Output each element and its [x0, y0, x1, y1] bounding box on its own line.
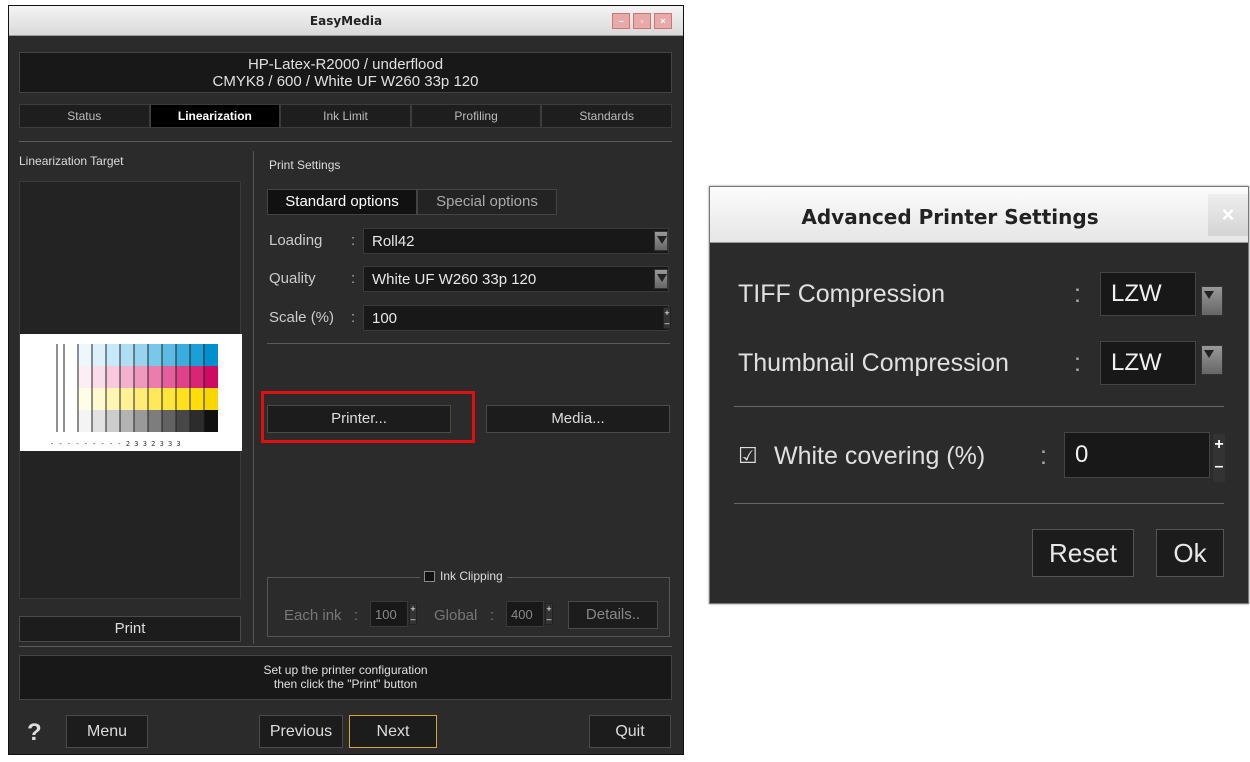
tab-standard-options[interactable]: Standard options	[267, 189, 417, 215]
each-ink-label: Each ink	[284, 607, 342, 624]
separator: :	[1040, 442, 1047, 470]
scale-label: Scale (%)	[269, 309, 335, 326]
tab-status[interactable]: Status	[19, 104, 150, 128]
printer-header: HP-Latex-R2000 / underflood CMYK8 / 600 …	[19, 52, 672, 93]
quality-select[interactable]: White UF W260 33p 120	[363, 266, 669, 292]
divider	[734, 503, 1224, 504]
divider	[19, 646, 672, 647]
tab-ink-limit[interactable]: Ink Limit	[280, 104, 411, 128]
easymedia-window: EasyMedia – ▫ × HP-Latex-R2000 / underfl…	[8, 5, 684, 755]
reset-button[interactable]: Reset	[1032, 529, 1134, 577]
white-covering-label: White covering (%)	[774, 442, 986, 470]
help-icon[interactable]: ?	[27, 719, 42, 747]
ok-button[interactable]: Ok	[1156, 529, 1224, 577]
divider	[267, 343, 670, 344]
previous-button[interactable]: Previous	[259, 715, 343, 748]
maximize-icon[interactable]: ▫	[633, 13, 651, 29]
ink-clipping-group: Ink Clipping Each ink : 100 + – Global : …	[267, 569, 670, 637]
thumbnail-compression-value: LZW	[1111, 349, 1162, 376]
each-ink-stepper-icon[interactable]: + –	[409, 603, 417, 625]
dialog-title: Advanced Printer Settings	[801, 205, 1099, 229]
scale-stepper-icon[interactable]: + –	[663, 307, 671, 329]
dialog-title-bar: Advanced Printer Settings ×	[710, 187, 1248, 243]
separator: :	[351, 232, 356, 249]
global-label: Global	[434, 607, 478, 624]
target-digits: - - - - - - - - - 2 3 3 2 3 3 3	[50, 440, 181, 448]
dropdown-arrow-icon[interactable]	[654, 269, 668, 289]
ink-clipping-checkbox[interactable]	[424, 570, 435, 582]
linearization-target-title: Linearization Target	[19, 154, 124, 168]
dropdown-arrow-icon[interactable]	[1201, 345, 1223, 375]
status-line-2: then click the "Print" button	[273, 677, 418, 691]
loading-value: Roll42	[372, 233, 415, 250]
scale-row: Scale (%) : 100 + –	[269, 305, 671, 331]
close-icon[interactable]: ×	[654, 13, 672, 29]
print-settings-title: Print Settings	[269, 158, 341, 172]
linearization-target-image: - - - - - - - - - 2 3 3 2 3 3 3	[20, 334, 242, 451]
dropdown-arrow-icon[interactable]	[654, 231, 668, 251]
separator: :	[354, 607, 359, 624]
ink-clipping-label: Ink Clipping	[440, 569, 503, 583]
global-stepper-icon[interactable]: + –	[545, 603, 553, 625]
global-input[interactable]: 400	[506, 601, 544, 627]
target-preview-box: - - - - - - - - - 2 3 3 2 3 3 3	[19, 181, 242, 599]
tiff-compression-label: TIFF Compression	[738, 280, 945, 308]
tab-bar: Status Linearization Ink Limit Profiling…	[19, 104, 672, 128]
separator: :	[351, 270, 356, 287]
tiff-compression-select[interactable]: LZW	[1100, 272, 1196, 316]
tab-linearization[interactable]: Linearization	[149, 104, 281, 128]
scale-value: 100	[372, 310, 398, 327]
target-chart-graphic: - - - - - - - - - 2 3 3 2 3 3 3	[50, 344, 218, 448]
minimize-icon[interactable]: –	[612, 13, 630, 29]
thumbnail-compression-label: Thumbnail Compression	[738, 349, 1009, 377]
loading-select[interactable]: Roll42	[363, 228, 669, 254]
white-covering-stepper-icon[interactable]: + –	[1213, 434, 1225, 482]
title-bar: EasyMedia – ▫ ×	[9, 6, 683, 36]
white-covering-input[interactable]: 0	[1064, 432, 1210, 478]
column-divider	[253, 151, 254, 644]
quality-row: Quality : White UF W260 33p 120	[269, 266, 669, 292]
advanced-printer-settings-dialog: Advanced Printer Settings × TIFF Compres…	[709, 186, 1249, 604]
menu-button[interactable]: Menu	[66, 715, 148, 748]
loading-row: Loading : Roll42	[269, 228, 669, 254]
printer-button[interactable]: Printer...	[267, 405, 451, 433]
dropdown-arrow-icon[interactable]	[1201, 286, 1223, 316]
details-button[interactable]: Details..	[568, 601, 658, 629]
white-covering-value: 0	[1075, 441, 1089, 468]
close-icon[interactable]: ×	[1208, 194, 1248, 236]
divider	[734, 406, 1224, 407]
print-button[interactable]: Print	[19, 616, 241, 642]
thumbnail-compression-select[interactable]: LZW	[1100, 341, 1196, 385]
scale-input[interactable]: 100	[363, 305, 669, 331]
tab-special-options[interactable]: Special options	[417, 189, 557, 215]
each-ink-input[interactable]: 100	[370, 601, 408, 627]
window-title: EasyMedia	[309, 14, 383, 28]
tiff-compression-value: LZW	[1111, 280, 1162, 307]
ink-clipping-legend: Ink Clipping	[420, 569, 507, 583]
tab-standards[interactable]: Standards	[541, 104, 672, 128]
loading-label: Loading	[269, 232, 323, 249]
header-printer-line: HP-Latex-R2000 / underflood	[247, 56, 444, 73]
quit-button[interactable]: Quit	[589, 715, 671, 748]
media-button[interactable]: Media...	[486, 405, 670, 433]
header-config-line: CMYK8 / 600 / White UF W260 33p 120	[212, 73, 479, 90]
status-message: Set up the printer configuration then cl…	[19, 655, 672, 700]
quality-label: Quality	[269, 270, 316, 287]
status-line-1: Set up the printer configuration	[263, 663, 428, 677]
separator: :	[1074, 349, 1081, 377]
white-covering-checkbox[interactable]: ☑	[738, 443, 758, 469]
separator: :	[351, 309, 356, 326]
separator: :	[490, 607, 495, 624]
next-button[interactable]: Next	[349, 715, 437, 748]
quality-value: White UF W260 33p 120	[372, 271, 537, 288]
separator: :	[1074, 280, 1081, 308]
tab-profiling[interactable]: Profiling	[410, 104, 542, 128]
divider	[19, 141, 672, 142]
